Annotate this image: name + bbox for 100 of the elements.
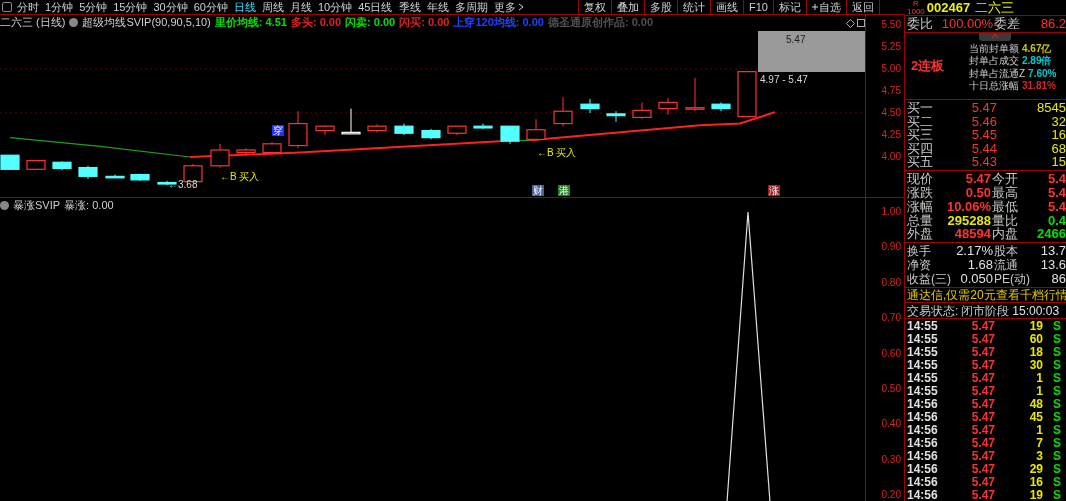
tick-side: S (1053, 461, 1061, 476)
tick-time: 14:56 (907, 448, 939, 463)
tick-price: 5.47 (970, 370, 995, 385)
toolbar-button[interactable]: 自选 (807, 0, 847, 14)
tick-volume: 48 (1028, 396, 1043, 411)
info-value: 31.81% (1022, 80, 1056, 93)
indicator-readout: 暴涨: 0.00 (64, 198, 114, 212)
field-label: 最高 (991, 185, 1019, 200)
axis-tick-label: 0.30 (881, 453, 901, 466)
field-label: 收益(三) (907, 271, 951, 286)
field-value: 100.00% (940, 16, 993, 31)
candle (105, 174, 125, 179)
field-value: 0.4 (1046, 213, 1066, 228)
period-tab[interactable]: 5分钟 (76, 0, 111, 14)
candle (0, 154, 20, 170)
period-tab[interactable]: 分时 (14, 0, 42, 14)
panel-toggle-icon[interactable] (2, 2, 12, 12)
axis-tick-label: 4.25 (881, 129, 901, 141)
tick-time: 14:56 (907, 396, 939, 411)
tick-side: S (1053, 409, 1061, 424)
period-tab[interactable]: 年线 (423, 0, 452, 14)
field-label: 净资 (907, 257, 932, 272)
tick-price: 5.47 (970, 422, 995, 437)
diamond-icon[interactable] (846, 19, 855, 28)
axis-tick-label: 5.00 (881, 63, 901, 75)
toolbar-button[interactable]: F10 (744, 0, 774, 14)
candle (553, 96, 573, 127)
tick-side: S (1053, 448, 1061, 463)
bid-price: 5.47 (970, 101, 997, 116)
tick-volume: 1 (1035, 370, 1043, 385)
period-tab[interactable]: 30分钟 (150, 0, 191, 14)
toolbar-button[interactable]: 叠加 (612, 0, 646, 14)
candle (526, 118, 546, 142)
bid-label: 买一 (907, 101, 934, 116)
period-tab[interactable]: 10分钟 (315, 0, 356, 14)
tick-time: 14:56 (907, 435, 939, 450)
candle (711, 101, 731, 112)
status-label: 交易状态: (907, 303, 959, 318)
period-tab[interactable]: 15分钟 (110, 0, 151, 14)
tick-side: S (1053, 487, 1061, 501)
axis-tick-label: 0.90 (881, 241, 901, 254)
field-value: 10.06% (945, 199, 991, 214)
tick-volume: 29 (1028, 461, 1043, 476)
tick-volume: 19 (1028, 318, 1043, 333)
period-tab[interactable]: 日线 (231, 0, 259, 14)
indicator-name: 暴涨SVIP (13, 198, 61, 212)
axis-tick-label: 0.80 (881, 276, 901, 289)
field-label: 委差 (993, 16, 1021, 31)
tick-time: 14:55 (907, 331, 939, 346)
market-letter: R (913, 0, 919, 8)
tick-price: 5.47 (970, 461, 995, 476)
toolbar-button[interactable]: 返回 (847, 0, 880, 14)
status-time: 15:00:03 (1012, 303, 1060, 318)
candle (685, 77, 705, 112)
caret-down-icon[interactable] (0, 200, 9, 210)
period-tab[interactable]: 月线 (287, 0, 315, 14)
field-value: 0.50 (964, 185, 991, 200)
caret-up-icon (992, 32, 998, 38)
window-icon[interactable] (857, 19, 865, 27)
period-tab[interactable]: 周线 (259, 0, 287, 14)
period-tab[interactable]: 季线 (395, 0, 424, 14)
tick-side: S (1053, 344, 1061, 359)
period-tab[interactable]: 1分钟 (42, 0, 77, 14)
tick-time: 14:55 (907, 318, 939, 333)
indicator-readout: 多头: 0.00 (290, 15, 342, 29)
candle (315, 124, 335, 136)
tick-volume: 60 (1028, 331, 1043, 346)
toolbar-button[interactable]: 统计 (678, 0, 712, 14)
axis-tick-label: 1.00 (881, 206, 901, 218)
toolbar-button[interactable]: 复权 (579, 0, 613, 14)
field-value: 48594 (953, 227, 991, 242)
tick-side: S (1053, 370, 1061, 385)
period-tab[interactable]: 更多 (490, 0, 527, 14)
candle (52, 160, 72, 171)
toolbar-button[interactable]: 多股 (645, 0, 679, 14)
tick-time: 14:55 (907, 370, 939, 385)
candle (262, 141, 282, 154)
period-tab[interactable]: 60分钟 (190, 0, 231, 14)
bid-volume: 32 (1050, 114, 1066, 129)
tick-volume: 16 (1028, 474, 1043, 489)
candle (737, 71, 757, 118)
tick-time: 14:55 (907, 344, 939, 359)
bid-label: 买五 (907, 155, 934, 170)
candle (606, 110, 626, 123)
caret-down-icon[interactable] (69, 17, 79, 27)
period-tab[interactable]: 多周期 (451, 0, 491, 14)
field-label: 现价 (907, 172, 934, 187)
tick-side: S (1053, 318, 1061, 333)
toolbar-button[interactable]: 画线 (711, 0, 745, 14)
plus-icon (812, 4, 818, 10)
price-label: 4.97 - 5.47 (760, 74, 808, 86)
field-label: 最低 (991, 199, 1019, 214)
field-value: 5.47 (964, 172, 991, 187)
toolbar-button[interactable]: 标记 (774, 0, 807, 14)
info-label: 当前封单额 (969, 42, 1019, 55)
tick-side: S (1053, 396, 1061, 411)
bid-price: 5.43 (970, 155, 997, 170)
period-tab[interactable]: 45日线 (355, 0, 396, 14)
info-value: 4.67亿 (1022, 42, 1052, 55)
axis-tick-label: 4.00 (881, 151, 901, 163)
